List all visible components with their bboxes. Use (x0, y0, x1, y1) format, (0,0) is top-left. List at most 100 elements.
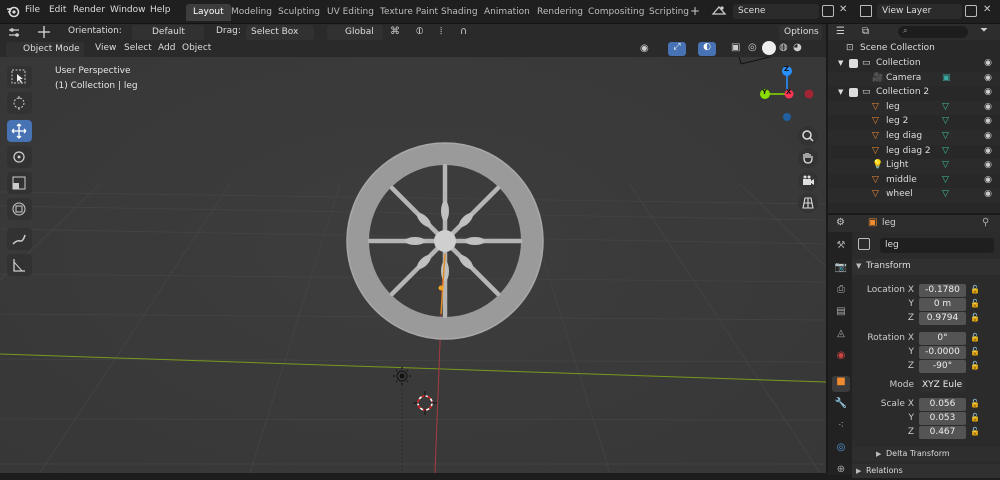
delta-transform-header[interactable]: ▶ Delta Transform (852, 447, 1000, 461)
measure-tool[interactable] (7, 254, 32, 276)
eye-icon[interactable]: ◉ (984, 102, 992, 112)
outliner-item-light[interactable]: 💡 Light ▽ ◉ (828, 159, 1000, 174)
eye-icon[interactable]: ◉ (984, 175, 992, 185)
outliner-item-collection-2[interactable]: ▼ ▭ Collection 2 ◉ (828, 86, 1000, 101)
add-workspace-icon[interactable]: + (690, 4, 700, 18)
snap-icon[interactable]: ⦶ (416, 26, 423, 37)
scene-icon[interactable] (711, 4, 729, 19)
wireframe-shading-icon[interactable]: ◎ (748, 42, 757, 53)
view-layer-field[interactable]: View Layer (877, 4, 962, 19)
lock-icon[interactable]: 🔓 (970, 285, 980, 294)
blender-logo-icon[interactable] (6, 4, 20, 18)
eye-icon[interactable]: ◉ (984, 131, 992, 141)
rotation-x-field[interactable]: 0° (919, 332, 966, 345)
constraints-tab-icon[interactable]: ⊕ (832, 464, 850, 480)
scene-field[interactable]: Scene (733, 4, 819, 19)
rotation-mode-dropdown[interactable]: XYZ Eule (919, 379, 966, 392)
annotate-tool[interactable] (7, 228, 32, 250)
view-layer-icon[interactable] (860, 5, 872, 17)
3d-viewport[interactable]: User Perspective (1) Collection | leg Z … (0, 24, 826, 473)
menu-help[interactable]: Help (150, 5, 171, 19)
rotate-tool[interactable] (7, 146, 32, 168)
lock-icon[interactable]: 🔓 (970, 361, 980, 370)
outliner-item-leg-2[interactable]: ▽ leg 2 ▽ ◉ (828, 115, 1000, 130)
eye-icon[interactable]: ◉ (984, 160, 992, 170)
lock-icon[interactable]: 🔓 (970, 333, 980, 342)
scale-y-field[interactable]: 0.053 (919, 412, 966, 425)
snap-target-icon[interactable]: ⦙ (440, 26, 442, 37)
output-tab-icon[interactable]: ⎙ (832, 284, 850, 300)
outliner-item-wheel[interactable]: ▽ wheel ▽ ◉ (828, 188, 1000, 203)
rendered-shading-icon[interactable]: ◕ (793, 42, 802, 53)
rotation-y-field[interactable]: -0.0000 (919, 346, 966, 359)
material-shading-icon[interactable]: ◍ (779, 42, 788, 53)
cursor-tool[interactable] (7, 92, 32, 114)
outliner-item-leg[interactable]: ▽ leg ▽ ◉ (828, 100, 1000, 116)
chevron-down-icon[interactable]: ▼ (838, 59, 843, 67)
tab-sculpting[interactable]: Sculpting (271, 4, 327, 21)
properties-editor-icon[interactable]: ⚙ (836, 217, 845, 228)
view-layer-tab-icon[interactable]: ▤ (832, 306, 850, 322)
eye-icon[interactable]: ◉ (984, 58, 992, 68)
transform-tool[interactable] (7, 198, 32, 220)
transform-section-header[interactable]: ▼ Transform (852, 259, 1000, 275)
tool-tab-icon[interactable]: ⚒ (832, 240, 850, 256)
remove-scene-icon[interactable]: ✕ (839, 4, 847, 15)
display-mode-icon[interactable]: ⧉ (862, 26, 869, 37)
outliner-item-camera[interactable]: 🎥 Camera ▣ ◉ (828, 71, 1000, 87)
outliner-item-leg-diag-2[interactable]: ▽ leg diag 2 ▽ ◉ (828, 145, 1000, 160)
location-z-field[interactable]: 0.9794 (919, 312, 966, 325)
eye-icon[interactable]: ◉ (984, 87, 992, 97)
zoom-icon[interactable] (798, 126, 818, 146)
move-tool-icon[interactable] (36, 24, 52, 40)
tab-scripting[interactable]: Scripting (642, 4, 696, 21)
eye-icon[interactable]: ◉ (984, 146, 992, 156)
particles-tab-icon[interactable]: ⁖ (832, 420, 850, 436)
object-name-field[interactable]: leg (880, 238, 994, 253)
tab-compositing[interactable]: Compositing (581, 4, 651, 21)
transform-orientation-dropdown[interactable]: Global (327, 25, 383, 40)
scale-tool[interactable] (7, 172, 32, 194)
gizmo-toggle-icon[interactable]: ⤢ (668, 42, 686, 56)
menu-object[interactable]: Object (182, 43, 211, 53)
camera-view-icon[interactable] (798, 171, 818, 191)
lock-icon[interactable]: 🔓 (970, 399, 980, 408)
scale-z-field[interactable]: 0.467 (919, 426, 966, 439)
menu-window[interactable]: Window (110, 5, 146, 19)
drag-dropdown[interactable]: Select Box (246, 25, 314, 40)
navigation-gizmo[interactable]: Z Y X (755, 64, 825, 124)
menu-select[interactable]: Select (124, 43, 152, 53)
pan-hand-icon[interactable] (798, 148, 818, 168)
eye-icon[interactable]: ◉ (984, 116, 992, 126)
perspective-grid-icon[interactable] (798, 193, 818, 213)
location-y-field[interactable]: 0 m (919, 298, 966, 311)
world-tab-icon[interactable]: ◉ (832, 350, 850, 366)
outliner-item-collection[interactable]: ▼ ▭ Collection ◉ (828, 57, 1000, 72)
filter-icon[interactable]: ⏷ (980, 25, 988, 36)
new-scene-icon[interactable] (822, 5, 834, 17)
select-box-tool[interactable] (7, 66, 32, 88)
object-tab-icon[interactable]: ■ (832, 376, 850, 392)
lock-icon[interactable]: 🔓 (970, 347, 980, 356)
options-dropdown[interactable]: Options (779, 25, 822, 40)
render-tab-icon[interactable]: 📷 (832, 262, 850, 278)
remove-view-layer-icon[interactable]: ✕ (983, 4, 991, 15)
relations-header[interactable]: ▶ Relations (852, 464, 1000, 478)
solid-shading-icon[interactable] (762, 41, 776, 55)
object-data-icon[interactable] (858, 238, 870, 250)
menu-file[interactable]: File (25, 5, 40, 19)
outliner-scene-collection[interactable]: ⊡ Scene Collection (828, 42, 1000, 57)
tab-animation[interactable]: Animation (477, 4, 537, 21)
lock-icon[interactable]: 🔓 (970, 313, 980, 322)
orientation-dropdown[interactable]: Default (132, 25, 204, 40)
outliner-item-middle[interactable]: ▽ middle ▽ ◉ (828, 174, 1000, 189)
pin-icon[interactable]: ⚲ (982, 217, 989, 228)
outliner-search-input[interactable]: ⌕ (898, 26, 968, 38)
location-x-field[interactable]: -0.1780 (919, 284, 966, 297)
menu-edit[interactable]: Edit (49, 5, 66, 19)
proportional-edit-icon[interactable]: ∩ (460, 26, 467, 37)
eye-icon[interactable]: ◉ (984, 73, 992, 83)
eye-icon[interactable]: ◉ (984, 189, 992, 199)
lock-icon[interactable]: 🔓 (970, 427, 980, 436)
menu-add[interactable]: Add (158, 43, 175, 53)
